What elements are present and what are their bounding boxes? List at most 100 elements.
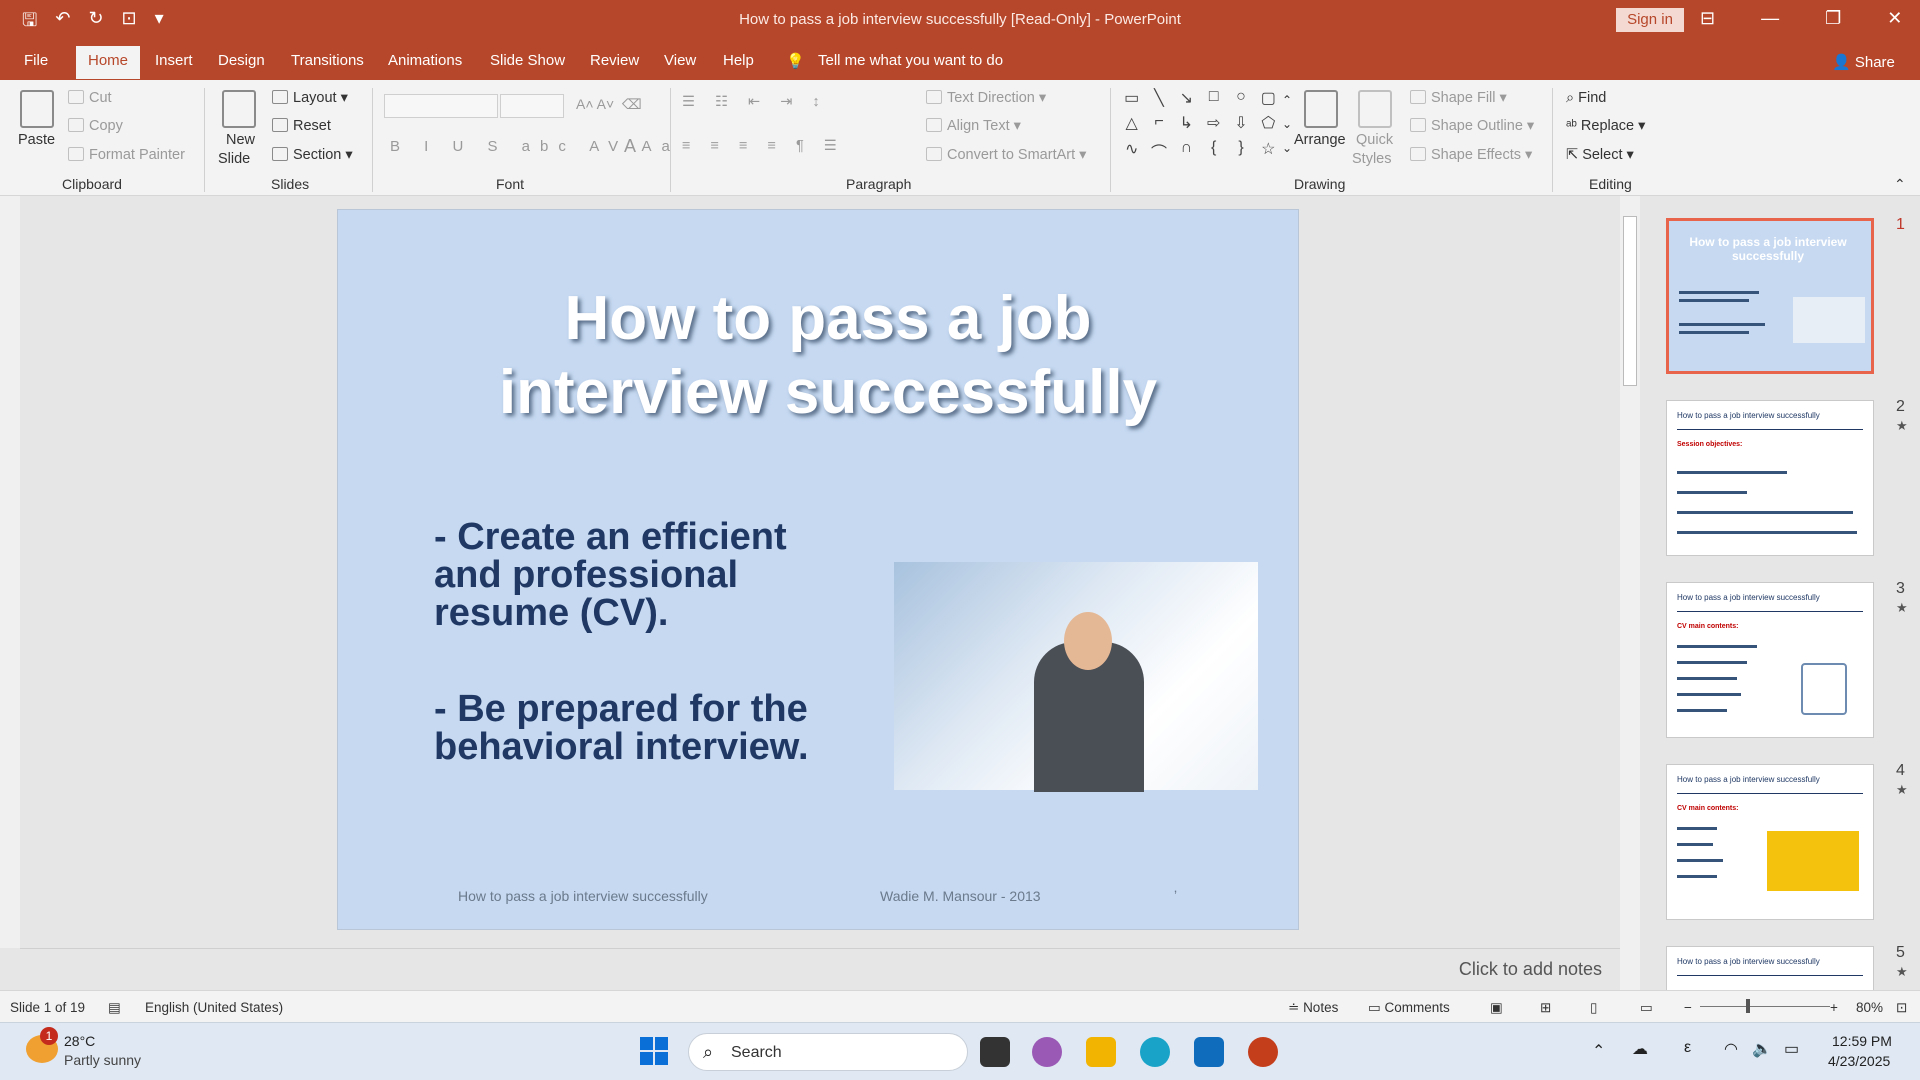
font-color-icon[interactable]: A [624,136,636,157]
textbox-shape-icon[interactable]: ▭ [1120,88,1143,109]
tab-review[interactable]: Review [590,52,639,69]
new-slide-label-2[interactable]: Slide [218,151,250,167]
paste-button[interactable]: Paste [18,132,55,148]
shape-outline-button[interactable]: Shape Outline ▾ [1410,118,1534,134]
line-shape-icon[interactable]: ╲ [1147,88,1170,109]
slide-1[interactable]: How to pass a job interview successfully… [337,209,1299,930]
quick-styles-icon[interactable] [1358,90,1392,128]
cut-button[interactable]: Cut [68,90,112,106]
edge-icon[interactable] [1140,1037,1170,1067]
volume-icon[interactable]: 🔈 [1752,1039,1772,1059]
zoom-in-icon[interactable]: + [1830,1000,1838,1015]
tab-home[interactable]: Home [76,46,141,79]
comments-button[interactable]: ▭ Comments [1368,1000,1450,1016]
maximize-icon[interactable]: ❐ [1825,8,1841,29]
share-button[interactable]: 👤 Share [1832,53,1895,71]
tab-design[interactable]: Design [218,52,265,69]
copilot-icon[interactable] [1032,1037,1062,1067]
list-icons[interactable]: ☰ ☷ ⇤ ⇥ ↕ [682,94,828,110]
collapse-ribbon-icon[interactable]: ⌃ [1894,176,1906,193]
new-slide-label-1[interactable]: New [226,132,255,148]
language-indicator[interactable]: English (United States) [145,1000,283,1015]
minimize-icon[interactable]: — [1761,8,1779,29]
arrange-button[interactable]: Arrange [1294,132,1346,148]
zoom-out-icon[interactable]: − [1684,1000,1692,1015]
tab-insert[interactable]: Insert [155,52,193,69]
text-direction-button[interactable]: Text Direction ▾ [926,90,1046,106]
copy-button[interactable]: Copy [68,118,123,134]
connector-shape-icon[interactable]: ⌐ [1147,113,1170,134]
tell-me-search[interactable]: Tell me what you want to do [818,52,1003,69]
arrange-icon[interactable] [1304,90,1338,128]
thumbnail-4[interactable]: How to pass a job interview successfully… [1666,764,1874,920]
paste-icon[interactable] [20,90,54,128]
clock-date[interactable]: 4/23/2025 [1828,1053,1890,1069]
tab-view[interactable]: View [664,52,696,69]
battery-icon[interactable]: ▭ [1784,1039,1799,1059]
star-shape-icon[interactable]: ☆ [1257,139,1280,164]
powerpoint-icon[interactable] [1248,1037,1278,1067]
gallery-scroll-icons[interactable]: ⌃ ⌄ ⌄ [1282,88,1292,160]
canvas-scrollbar[interactable] [1620,196,1640,990]
font-name-dropdown[interactable] [384,94,498,118]
scrollbar-thumb[interactable] [1623,216,1637,386]
replace-button[interactable]: ᵃᵇ Replace ▾ [1566,118,1645,134]
find-button[interactable]: ⌕ Find [1566,90,1606,106]
normal-view-icon[interactable]: ▣ [1490,1000,1503,1016]
font-size-dropdown[interactable] [500,94,564,118]
tab-help[interactable]: Help [723,52,754,69]
input-language-icon[interactable]: ε [1684,1039,1691,1057]
layout-button[interactable]: Layout ▾ [272,90,348,106]
quick-styles-label-2[interactable]: Styles [1352,151,1392,167]
taskbar-search[interactable]: ⌕ Search [688,1033,968,1071]
weather-text[interactable]: Partly sunny [64,1052,141,1068]
align-text-button[interactable]: Align Text ▾ [926,118,1021,134]
zoom-slider-thumb[interactable] [1746,999,1750,1013]
grow-font-icon[interactable]: A˄ A˅ ⌫ [576,96,642,113]
close-icon[interactable]: ✕ [1887,8,1902,29]
align-icons[interactable]: ≡ ≡ ≡ ≡ ¶ ☰ [682,138,845,154]
onedrive-icon[interactable]: ☁ [1632,1039,1648,1059]
bullet-2[interactable]: - Be prepared for the behavioral intervi… [434,690,809,766]
slide-title[interactable]: How to pass a job interview successfully [418,282,1238,430]
wifi-icon[interactable]: ◠ [1724,1039,1738,1059]
reset-button[interactable]: Reset [272,118,331,134]
businessman-photo[interactable] [894,562,1258,792]
arc-shape-icon[interactable]: ⌒ [1147,139,1170,164]
triangle-shape-icon[interactable]: △ [1120,113,1143,134]
zoom-level[interactable]: 80% [1856,1000,1883,1015]
freeform-shape-icon[interactable]: ∿ [1120,139,1143,164]
clock-time[interactable]: 12:59 PM [1832,1033,1892,1049]
thumbnail-5[interactable]: How to pass a job interview successfully [1666,946,1874,990]
format-painter-button[interactable]: Format Painter [68,147,185,163]
start-icon[interactable] [640,1037,668,1065]
reading-view-icon[interactable]: ▯ [1590,1000,1597,1016]
tab-slide-show[interactable]: Slide Show [490,52,565,69]
thumbnail-2[interactable]: How to pass a job interview successfully… [1666,400,1874,556]
quick-styles-label-1[interactable]: Quick [1356,132,1393,148]
pentagon-shape-icon[interactable]: ⬠ [1257,113,1280,134]
font-format-icons[interactable]: B I U S abc AV Aa [390,138,680,155]
fit-slide-icon[interactable]: ⊡ [1896,1000,1907,1016]
thumbnail-3[interactable]: How to pass a job interview successfully… [1666,582,1874,738]
section-button[interactable]: Section ▾ [272,147,353,163]
right-arrow-shape-icon[interactable]: ⇨ [1202,113,1225,134]
down-arrow-shape-icon[interactable]: ⇩ [1229,113,1252,134]
smartart-button[interactable]: Convert to SmartArt ▾ [926,147,1086,163]
shapes-gallery[interactable]: ▭ ╲ ↘ □ ○ ▢ △ ⌐ ↳ ⇨ ⇩ ⬠ ∿ ⌒ ∩{} ☆ [1120,88,1280,164]
temperature[interactable]: 28°C [64,1033,95,1049]
rectangle-shape-icon[interactable]: □ [1202,88,1225,109]
left-brace-shape-icon[interactable]: { [1202,139,1225,164]
accessibility-icon[interactable]: ▤ [108,1000,121,1016]
bullet-1[interactable]: - Create an efficient and professional r… [434,518,787,632]
slide-sorter-icon[interactable]: ⊞ [1540,1000,1551,1016]
thumbnail-1[interactable]: How to pass a job interview successfully [1666,218,1874,374]
task-view-icon[interactable] [980,1037,1010,1067]
shape-effects-button[interactable]: Shape Effects ▾ [1410,147,1532,163]
left-scrollbar[interactable] [0,196,20,948]
shape-fill-button[interactable]: Shape Fill ▾ [1410,90,1507,106]
ribbon-display-icon[interactable]: ⊟ [1700,8,1715,29]
elbow-shape-icon[interactable]: ↳ [1175,113,1198,134]
notes-button[interactable]: ≐ Notes [1288,1000,1338,1016]
select-button[interactable]: ⇱ Select ▾ [1566,147,1634,163]
